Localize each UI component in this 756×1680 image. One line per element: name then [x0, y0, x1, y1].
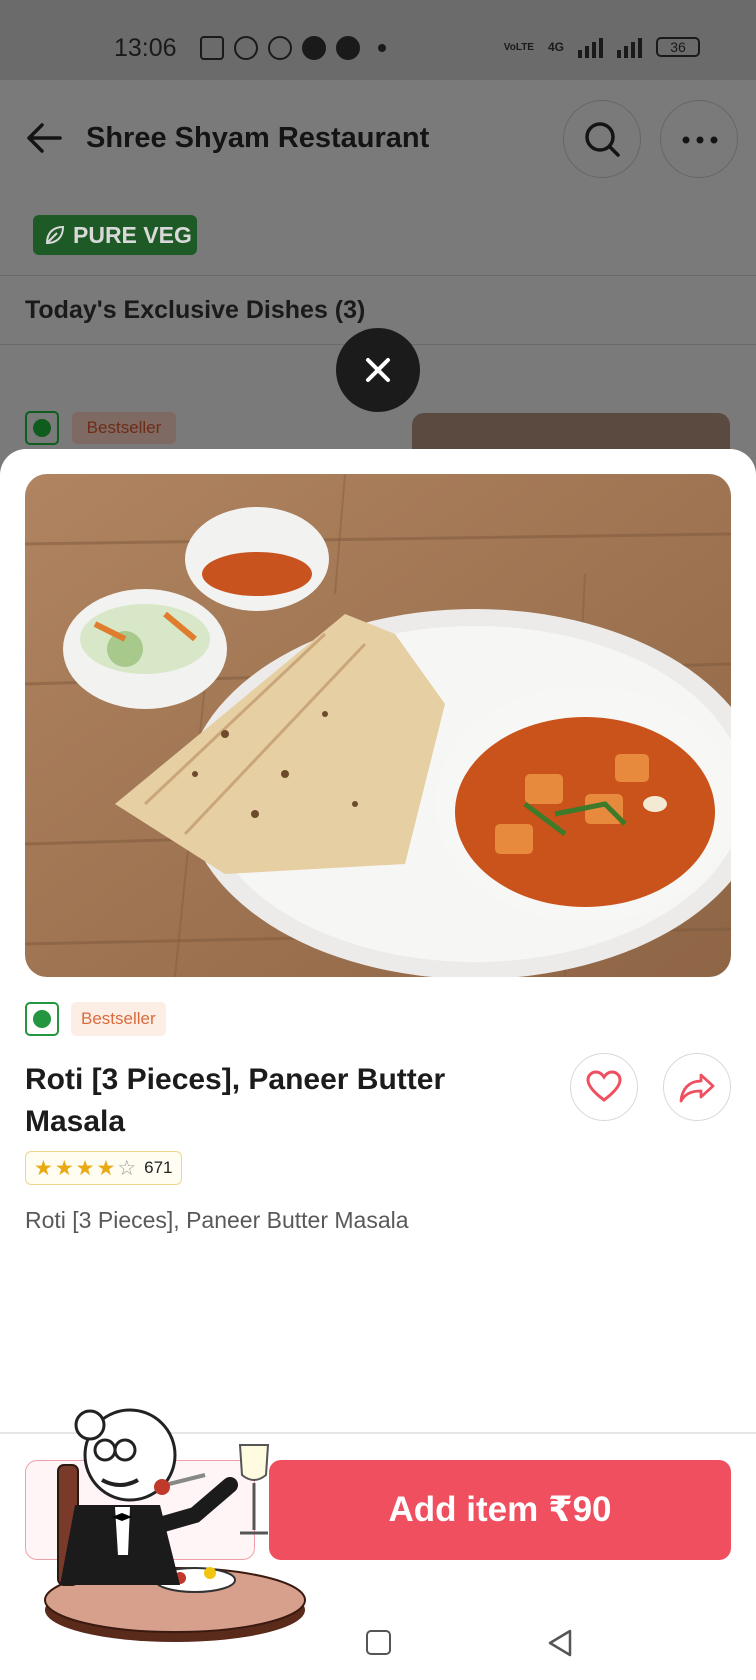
star-full-icon: ★ — [75, 1156, 95, 1180]
star-empty-icon: ☆ — [117, 1156, 137, 1180]
status-time: 13:06 — [114, 34, 177, 62]
k-app-icon — [268, 36, 292, 60]
section-title: Today's Exclusive Dishes (3) — [25, 296, 366, 324]
search-icon — [585, 122, 620, 157]
network-label: 4G — [547, 40, 564, 54]
status-bar: 13:06 VoLTE 4G 36 — [0, 0, 756, 80]
star-full-icon: ★ — [54, 1156, 74, 1180]
nav-back-icon[interactable] — [546, 1628, 574, 1658]
bestseller-badge: Bestseller — [71, 1002, 166, 1036]
phone-icon — [336, 36, 360, 60]
pure-veg-label: PURE VEG — [73, 221, 192, 248]
dish-photo — [25, 474, 731, 977]
heart-icon — [586, 1070, 622, 1102]
recents-button[interactable] — [366, 1630, 391, 1655]
favorite-button[interactable] — [570, 1053, 638, 1121]
rating-count: 671 — [144, 1158, 173, 1177]
volte-label: VoLTE — [503, 41, 534, 53]
signal-icon — [578, 36, 603, 58]
rating-badge: ★ ★ ★ ★ ☆ 671 — [25, 1151, 182, 1185]
add-item-button[interactable]: Add item ₹90 — [269, 1460, 731, 1560]
pure-veg-badge: PURE VEG — [33, 215, 197, 255]
dish-badges: Bestseller — [25, 1002, 166, 1036]
more-options-button[interactable] — [660, 100, 738, 178]
add-item-label: Add item — [388, 1490, 539, 1529]
share-icon — [679, 1073, 715, 1103]
more-notifications-dot — [378, 44, 386, 52]
news-icon — [200, 36, 224, 60]
app-notification-icon — [234, 36, 258, 60]
battery-icon: 36 — [656, 37, 700, 57]
leaf-icon — [45, 225, 65, 245]
veg-indicator-icon — [25, 411, 59, 445]
restaurant-name: Shree Shyam Restaurant — [86, 122, 430, 154]
star-full-icon: ★ — [34, 1156, 53, 1180]
dish-description: Roti [3 Pieces], Paneer Butter Masala — [25, 1207, 409, 1233]
signal-icon-2 — [617, 36, 642, 58]
search-button[interactable] — [563, 100, 641, 178]
pinterest-icon — [302, 36, 326, 60]
chef-mascot-illustration — [44, 1408, 306, 1642]
close-button[interactable] — [336, 328, 420, 412]
share-button[interactable] — [663, 1053, 731, 1121]
dish-image — [25, 474, 731, 977]
arrow-left-icon[interactable] — [22, 116, 66, 160]
item-price: ₹90 — [548, 1490, 612, 1529]
close-icon — [366, 358, 390, 382]
system-icons: VoLTE 4G 36 — [504, 36, 700, 58]
more-horizontal-icon — [682, 136, 718, 144]
veg-indicator-icon — [25, 1002, 59, 1036]
notification-icons — [200, 36, 386, 60]
restaurant-header: Shree Shyam Restaurant PURE VEG — [0, 80, 756, 275]
dish-name: Roti [3 Pieces], Paneer Butter Masala — [25, 1063, 446, 1138]
bestseller-badge: Bestseller — [72, 412, 176, 444]
star-full-icon: ★ — [96, 1156, 116, 1180]
